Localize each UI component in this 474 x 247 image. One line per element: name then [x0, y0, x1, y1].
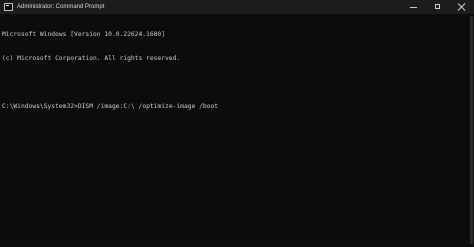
command-prompt-window: Administrator: Command Prompt Microsoft …: [0, 0, 474, 247]
prompt-text: C:\Windows\System32>: [2, 103, 78, 110]
maximize-icon: [435, 4, 440, 9]
console-output[interactable]: Microsoft Windows [Version 10.0.22624.16…: [2, 15, 466, 247]
title-bar[interactable]: Administrator: Command Prompt: [0, 0, 474, 14]
window-title: Administrator: Command Prompt: [17, 4, 105, 10]
console-line: Microsoft Windows [Version 10.0.22624.16…: [2, 31, 166, 38]
minimize-button[interactable]: [402, 0, 426, 14]
maximize-button[interactable]: [426, 0, 450, 14]
command-text: DISM /image:C:\ /optimize-image /boot: [77, 103, 219, 110]
scrollbar-thumb[interactable]: [470, 16, 473, 244]
command-line[interactable]: C:\Windows\System32>DISM /image:C:\ /opt…: [2, 103, 466, 111]
vertical-scrollbar[interactable]: [468, 14, 474, 247]
terminal-icon: [4, 3, 13, 11]
console-line: (c) Microsoft Corporation. All rights re…: [2, 55, 181, 62]
close-button[interactable]: [450, 0, 474, 14]
close-icon: [458, 3, 466, 11]
minimize-icon: [410, 7, 417, 8]
